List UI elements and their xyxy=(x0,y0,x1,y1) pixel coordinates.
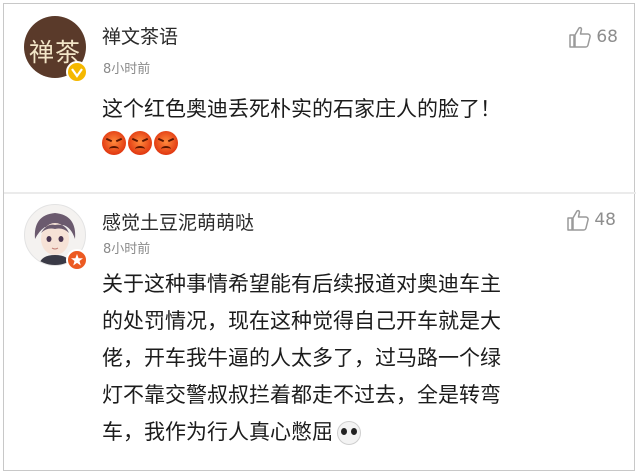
like-count: 48 xyxy=(594,210,616,230)
comment-text-line: 车，我作为行人真心憋屈 xyxy=(102,420,333,444)
angry-face-icon xyxy=(102,131,126,155)
comment-text-line-last: 车，我作为行人真心憋屈 xyxy=(102,414,622,451)
username[interactable]: 感觉土豆泥萌萌哒 xyxy=(102,208,254,235)
verified-badge-icon xyxy=(66,249,88,271)
angry-face-icon xyxy=(154,131,178,155)
panda-face-icon xyxy=(337,420,361,445)
angry-face-icon xyxy=(128,131,152,155)
like-button[interactable]: 68 xyxy=(568,26,618,48)
divider xyxy=(4,192,636,194)
like-button[interactable]: 48 xyxy=(566,209,616,231)
timestamp: 8小时前 xyxy=(103,62,151,77)
like-count: 68 xyxy=(596,27,618,47)
emoji-row xyxy=(102,131,178,155)
comment-text-line: 的处罚情况，现在这种觉得自己开车就是大 xyxy=(102,309,501,333)
comment-text: 关于这种事情希望能有后续报道对奥迪车主 的处罚情况，现在这种觉得自己开车就是大 … xyxy=(102,266,622,451)
verified-badge-icon xyxy=(66,61,88,83)
comment-text: 这个红色奥迪丢死朴实的石家庄人的脸了！ xyxy=(102,97,501,121)
comment-item: 禅茶 禅文茶语 8小时前 68 这个红色奥迪丢死朴实的石家庄人的脸了！ xyxy=(4,4,636,191)
username[interactable]: 禅文茶语 xyxy=(102,22,178,49)
timestamp: 8小时前 xyxy=(103,242,151,257)
comment-text-line: 佬，开车我牛逼的人太多了，过马路一个绿 xyxy=(102,346,501,370)
thumbs-up-icon xyxy=(567,209,590,231)
comment-list: 禅茶 禅文茶语 8小时前 68 这个红色奥迪丢死朴实的石家庄人的脸了！ 感觉土豆… xyxy=(3,3,636,471)
comment-text-line: 关于这种事情希望能有后续报道对奥迪车主 xyxy=(102,272,501,296)
comment-text-line: 灯不靠交警叔叔拦着都走不过去，全是转弯 xyxy=(102,383,501,407)
thumbs-up-icon xyxy=(569,26,592,48)
